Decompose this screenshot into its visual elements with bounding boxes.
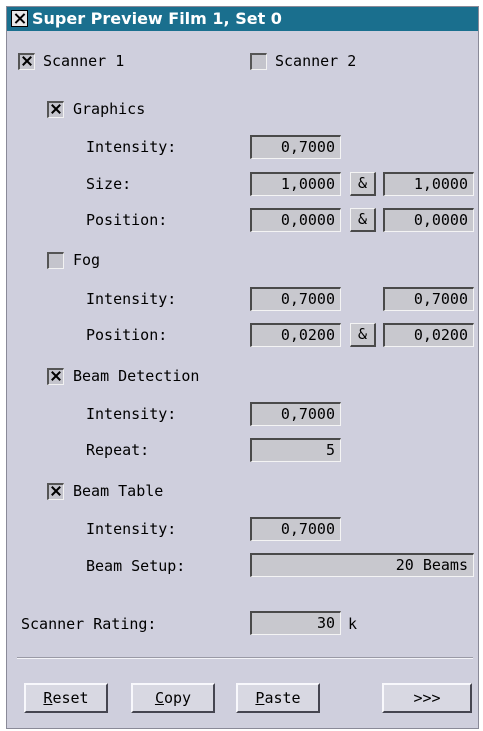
scanner-rating-label: Scanner Rating: bbox=[21, 615, 157, 633]
graphics-checkbox[interactable] bbox=[47, 101, 64, 118]
window-title: Super Preview Film 1, Set 0 bbox=[32, 9, 282, 28]
beam-table-checkbox[interactable] bbox=[47, 483, 64, 500]
fog-checkbox[interactable] bbox=[47, 252, 64, 269]
graphics-size-label: Size: bbox=[86, 175, 132, 193]
scanner-2-label: Scanner 2 bbox=[275, 52, 357, 70]
scanner-1-checkbox[interactable] bbox=[18, 53, 35, 70]
beam-detection-label: Beam Detection bbox=[73, 367, 200, 385]
beam-table-intensity-label: Intensity: bbox=[86, 520, 177, 538]
beam-detection-intensity-field[interactable]: 0,7000 bbox=[250, 402, 341, 426]
beam-detection-repeat-field[interactable]: 5 bbox=[250, 438, 341, 462]
dialog-window: Super Preview Film 1, Set 0 Scanner 1 Sc… bbox=[6, 6, 479, 729]
beam-detection-intensity-label: Intensity: bbox=[86, 405, 177, 423]
graphics-size-link-button[interactable]: & bbox=[350, 172, 376, 196]
scanner-1-label: Scanner 1 bbox=[43, 52, 125, 70]
title-bar[interactable]: Super Preview Film 1, Set 0 bbox=[7, 7, 478, 31]
graphics-position-link-button[interactable]: & bbox=[350, 208, 376, 232]
separator bbox=[17, 657, 473, 659]
fog-intensity-a-field[interactable]: 0,7000 bbox=[250, 287, 341, 311]
scanner-rating-unit: k bbox=[348, 615, 358, 633]
graphics-size-x-field[interactable]: 1,0000 bbox=[250, 172, 341, 196]
beam-detection-checkbox[interactable] bbox=[47, 368, 64, 385]
fog-position-x-field[interactable]: 0,0200 bbox=[250, 323, 341, 347]
reset-label: eset bbox=[52, 689, 89, 707]
scanner-rating-field[interactable]: 30 bbox=[250, 611, 341, 635]
close-icon[interactable] bbox=[11, 10, 28, 27]
more-button[interactable]: >>> bbox=[382, 683, 472, 713]
copy-label: opy bbox=[163, 689, 192, 707]
fog-intensity-label: Intensity: bbox=[86, 290, 177, 308]
fog-position-label: Position: bbox=[86, 326, 168, 344]
beam-table-intensity-field[interactable]: 0,7000 bbox=[250, 517, 341, 541]
beam-setup-label: Beam Setup: bbox=[86, 557, 186, 575]
fog-intensity-b-field[interactable]: 0,7000 bbox=[383, 287, 474, 311]
scanner-2-checkbox[interactable] bbox=[250, 53, 267, 70]
fog-position-link-button[interactable]: & bbox=[350, 323, 376, 347]
graphics-position-label: Position: bbox=[86, 211, 168, 229]
graphics-position-y-field[interactable]: 0,0000 bbox=[383, 208, 474, 232]
paste-label: aste bbox=[264, 689, 301, 707]
copy-mnemonic: C bbox=[154, 689, 164, 707]
graphics-intensity-label: Intensity: bbox=[86, 138, 177, 156]
graphics-size-y-field[interactable]: 1,0000 bbox=[383, 172, 474, 196]
beam-table-label: Beam Table bbox=[73, 482, 164, 500]
fog-position-y-field[interactable]: 0,0200 bbox=[383, 323, 474, 347]
fog-label: Fog bbox=[73, 251, 101, 269]
graphics-position-x-field[interactable]: 0,0000 bbox=[250, 208, 341, 232]
graphics-label: Graphics bbox=[73, 100, 146, 118]
reset-button[interactable]: Reset bbox=[24, 683, 108, 713]
copy-button[interactable]: Copy bbox=[131, 683, 215, 713]
paste-button[interactable]: Paste bbox=[236, 683, 320, 713]
beam-detection-repeat-label: Repeat: bbox=[86, 441, 150, 459]
graphics-intensity-field[interactable]: 0,7000 bbox=[250, 135, 341, 159]
beam-setup-field[interactable]: 20 Beams bbox=[250, 553, 474, 577]
